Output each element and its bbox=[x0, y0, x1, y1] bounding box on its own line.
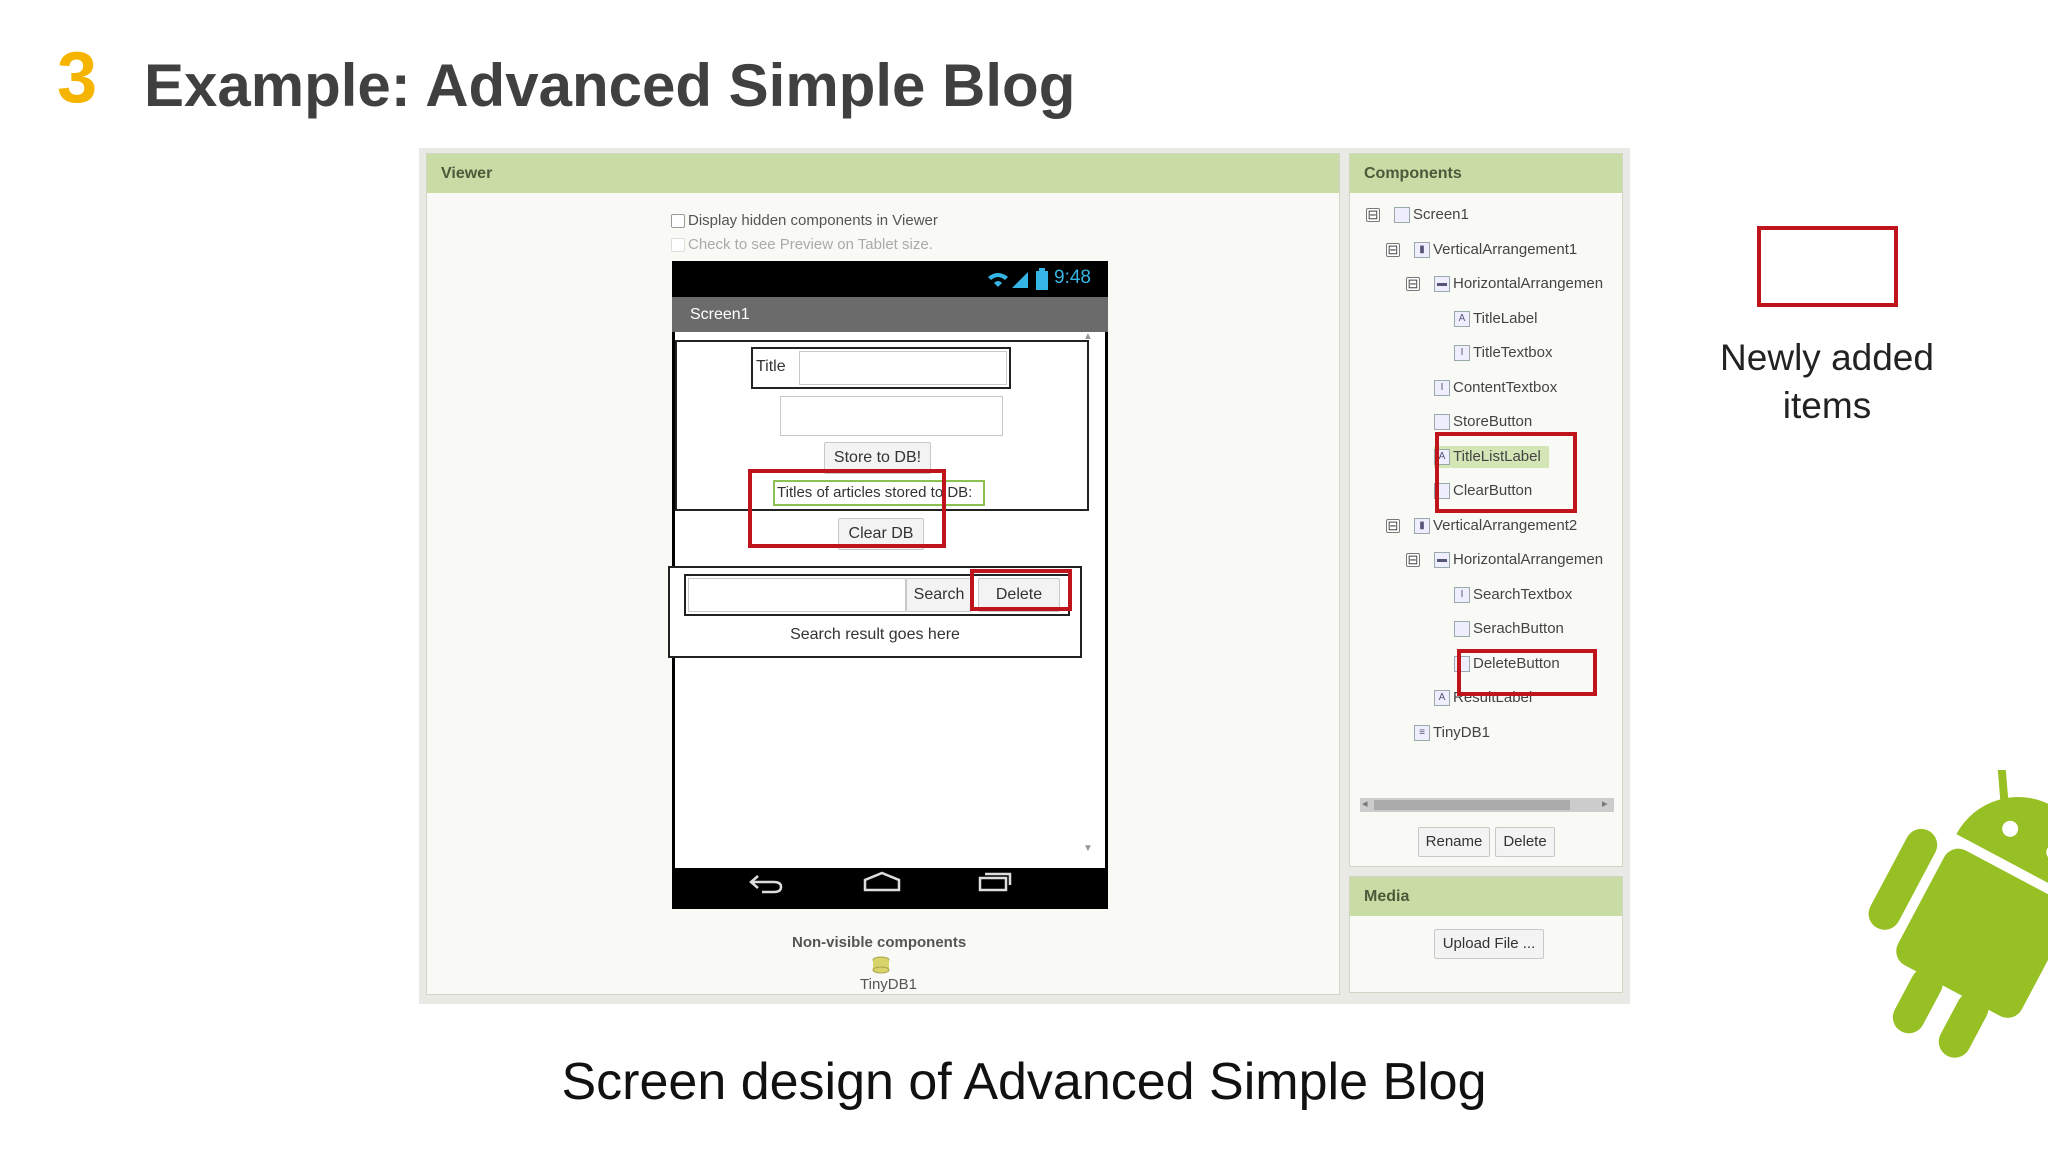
phone-scrollbar[interactable]: ▲ ▼ bbox=[1082, 331, 1093, 861]
tree-item[interactable]: I ContentTextbox bbox=[1434, 377, 1557, 399]
tree-item[interactable]: ▮ VerticalArrangement2 bbox=[1414, 515, 1577, 537]
horizontal-arrangement-icon: ▬ bbox=[1434, 276, 1450, 293]
tree-item-label: HorizontalArrangemen bbox=[1453, 551, 1604, 568]
slide-title: Example: Advanced Simple Blog bbox=[144, 52, 1076, 119]
nonvisible-item: TinyDB1 bbox=[860, 976, 917, 993]
textbox-icon: I bbox=[1454, 345, 1470, 362]
tree-item-label: SerachButton bbox=[1473, 620, 1564, 637]
search-textbox[interactable] bbox=[688, 578, 906, 612]
tree-scroll-thumb[interactable] bbox=[1374, 800, 1570, 810]
designer-screenshot: Viewer Display hidden components in View… bbox=[419, 148, 1630, 1004]
tree-toggle[interactable]: ⊟ bbox=[1386, 242, 1400, 257]
tree-item[interactable]: ▬ HorizontalArrangemen bbox=[1434, 273, 1603, 295]
tablet-preview-label: Check to see Preview on Tablet size. bbox=[688, 236, 933, 253]
back-icon[interactable] bbox=[748, 872, 784, 894]
search-button[interactable]: Search bbox=[906, 578, 972, 612]
tree-item[interactable]: A TitleLabel bbox=[1454, 308, 1537, 330]
screen-icon bbox=[1394, 207, 1410, 224]
tree-toggle[interactable]: ⊟ bbox=[1406, 553, 1420, 567]
wifi-signal-icon bbox=[988, 272, 1028, 288]
vertical-arrangement-icon: ▮ bbox=[1414, 517, 1430, 534]
recent-apps-icon[interactable] bbox=[977, 871, 1013, 893]
tree-toggle[interactable]: ⊟ bbox=[1386, 518, 1400, 533]
tree-item[interactable]: Screen1 bbox=[1394, 204, 1469, 226]
status-time: 9:48 bbox=[1054, 267, 1091, 288]
database-icon bbox=[872, 956, 890, 974]
tree-item-label: StoreButton bbox=[1453, 413, 1533, 430]
title-textbox[interactable] bbox=[799, 351, 1007, 385]
highlight-tree-delete-button bbox=[1457, 649, 1597, 696]
result-label: Search result goes here bbox=[790, 626, 960, 643]
status-bar: 9:48 bbox=[672, 261, 1108, 297]
horizontal-arrangement-icon: ▬ bbox=[1434, 552, 1450, 569]
tree-toggle[interactable]: ⊟ bbox=[1406, 277, 1420, 291]
tree-item-label: TitleTextbox bbox=[1473, 344, 1553, 361]
display-hidden-option[interactable]: Display hidden components in Viewer bbox=[671, 212, 938, 229]
component-delete-button[interactable]: Delete bbox=[1495, 827, 1555, 857]
tablet-preview-option[interactable]: Check to see Preview on Tablet size. bbox=[671, 236, 933, 253]
tree-item-label: SearchTextbox bbox=[1473, 585, 1573, 603]
media-header: Media bbox=[1350, 877, 1622, 916]
legend-text: Newly added items bbox=[1720, 337, 1934, 426]
tree-item-label: TinyDB1 bbox=[1433, 723, 1490, 741]
upload-file-button[interactable]: Upload File ... bbox=[1434, 929, 1544, 959]
battery-icon bbox=[1036, 268, 1048, 290]
tree-item[interactable]: ▮ VerticalArrangement1 bbox=[1414, 239, 1577, 261]
tree-item-label: Screen1 bbox=[1413, 206, 1469, 223]
tree-item[interactable]: I TitleTextbox bbox=[1454, 342, 1552, 364]
tree-item-label: VerticalArrangement1 bbox=[1433, 240, 1578, 258]
legend-box bbox=[1757, 226, 1898, 307]
tree-item[interactable]: StoreButton bbox=[1434, 411, 1532, 433]
tree-item-label: VerticalArrangement2 bbox=[1433, 516, 1578, 534]
display-hidden-checkbox[interactable] bbox=[671, 214, 685, 229]
slide-number: 3 bbox=[57, 38, 98, 118]
label-icon: A bbox=[1454, 310, 1470, 327]
title-label: Title bbox=[756, 358, 786, 375]
media-panel: Media Upload File ... bbox=[1349, 876, 1623, 993]
components-header: Components bbox=[1350, 154, 1622, 193]
horizontal-arrangement-1: Title bbox=[751, 347, 1011, 389]
slide-caption: Screen design of Advanced Simple Blog bbox=[561, 1053, 1487, 1111]
home-icon[interactable] bbox=[862, 870, 902, 894]
tree-item[interactable]: ≡ TinyDB1 bbox=[1414, 722, 1490, 744]
tree-item-label: TitleLabel bbox=[1473, 309, 1538, 327]
display-hidden-label: Display hidden components in Viewer bbox=[688, 212, 938, 229]
database-icon: ≡ bbox=[1414, 724, 1430, 741]
tree-item[interactable]: SerachButton bbox=[1454, 618, 1564, 640]
vertical-arrangement-icon: ▮ bbox=[1414, 241, 1430, 258]
highlight-tree-titlelist-clear bbox=[1435, 432, 1577, 513]
tablet-preview-checkbox[interactable] bbox=[671, 238, 685, 253]
label-icon: A bbox=[1434, 690, 1450, 707]
tree-item-label: HorizontalArrangemen bbox=[1453, 275, 1604, 292]
tree-item[interactable]: I SearchTextbox bbox=[1454, 584, 1572, 606]
textbox-icon: I bbox=[1454, 586, 1470, 603]
highlight-titlelist-clear bbox=[748, 469, 946, 548]
textbox-icon: I bbox=[1434, 379, 1450, 396]
screen-title-bar: Screen1 bbox=[672, 297, 1108, 332]
nonvisible-header: Non-visible components bbox=[792, 934, 967, 951]
tree-item-label: ContentTextbox bbox=[1453, 378, 1558, 396]
tree-scrollbar[interactable]: ◂ ▸ bbox=[1360, 798, 1614, 812]
highlight-delete-button bbox=[970, 569, 1072, 611]
tree-item[interactable]: ▬ HorizontalArrangemen bbox=[1434, 549, 1603, 571]
tree-toggle[interactable]: ⊟ bbox=[1366, 208, 1380, 222]
button-icon bbox=[1434, 414, 1450, 431]
rename-button[interactable]: Rename bbox=[1418, 827, 1490, 857]
viewer-header: Viewer bbox=[427, 154, 1339, 193]
phone-nav-bar bbox=[664, 862, 1100, 903]
android-mascot-icon bbox=[1868, 770, 2048, 1058]
button-icon bbox=[1454, 621, 1470, 638]
